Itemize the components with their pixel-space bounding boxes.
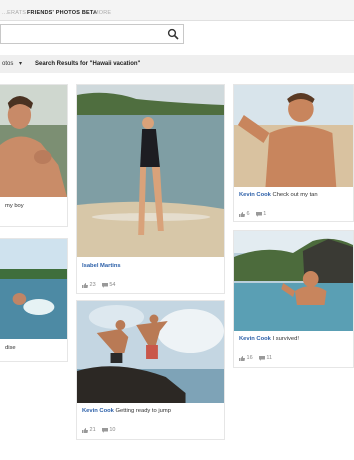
photo-caption: Kevin Cook Check out my tan	[239, 192, 318, 198]
photo-card[interactable]: Kevin Cook I survived! 16 11	[233, 230, 354, 368]
comments-count: 54	[109, 282, 116, 288]
search-results-label: Search Results for "Hawaii vacation"	[35, 61, 141, 67]
comment-icon[interactable]	[101, 427, 108, 433]
search-icon[interactable]	[167, 28, 179, 40]
photo-stats: 16 11	[239, 355, 272, 361]
photo-caption: dise	[5, 345, 16, 351]
photo-caption: Kevin Cook Getting ready to jump	[82, 408, 171, 414]
photo-stats: 21 10	[82, 427, 115, 433]
photo-card[interactable]: dise	[0, 238, 68, 362]
caption-text: Getting ready to jump	[115, 408, 171, 414]
photo-card[interactable]: Kevin Cook Check out my tan 6 1	[233, 84, 354, 222]
comment-icon[interactable]	[258, 355, 265, 361]
comments-count: 10	[109, 427, 116, 433]
likes-count: 6	[246, 211, 250, 217]
photo-thumbnail[interactable]	[234, 231, 353, 331]
caption-author[interactable]: Kevin Cook	[82, 408, 114, 414]
comments-count: 1	[263, 211, 267, 217]
comment-icon[interactable]	[101, 282, 108, 288]
caption-author[interactable]: Kevin Cook	[239, 336, 271, 342]
nav-tab-more[interactable]: MORE	[94, 10, 111, 16]
photo-caption: Kevin Cook I survived!	[239, 336, 299, 342]
comment-icon[interactable]	[255, 211, 262, 217]
photo-caption: Isabel Martins	[82, 263, 121, 269]
photo-thumbnail[interactable]	[0, 239, 67, 339]
search-input[interactable]	[0, 24, 184, 44]
filter-bar: otos ▾ Search Results for "Hawaii vacati…	[0, 55, 354, 73]
nav-tab-previous[interactable]: ...ERATS	[2, 10, 26, 16]
photos-filter-dropdown[interactable]: otos	[2, 61, 13, 67]
photo-stats: 23 54	[82, 282, 115, 288]
comments-count: 11	[266, 355, 273, 361]
caption-author[interactable]: Kevin Cook	[239, 192, 271, 198]
photo-thumbnail[interactable]	[77, 301, 224, 403]
thumbs-up-icon[interactable]	[82, 282, 88, 288]
photo-thumbnail[interactable]	[234, 85, 353, 187]
nav-tab-friends-photos[interactable]: FRIENDS' PHOTOS BETA	[27, 10, 97, 16]
likes-count: 23	[89, 282, 96, 288]
caption-text: I survived!	[272, 336, 299, 342]
thumbs-up-icon[interactable]	[239, 211, 245, 217]
caption-text: dise	[5, 345, 16, 351]
caption-author[interactable]: Isabel Martins	[82, 263, 121, 269]
likes-count: 16	[246, 355, 253, 361]
thumbs-up-icon[interactable]	[239, 355, 245, 361]
caption-text: my boy	[5, 203, 24, 209]
likes-count: 21	[89, 427, 96, 433]
photo-card[interactable]: my boy	[0, 84, 68, 227]
chevron-down-icon[interactable]: ▾	[19, 60, 22, 67]
photo-thumbnail[interactable]	[77, 85, 224, 257]
photo-card[interactable]: Kevin Cook Getting ready to jump 21 10	[76, 300, 225, 440]
top-navigation: ...ERATS FRIENDS' PHOTOS BETA MORE	[0, 0, 354, 21]
thumbs-up-icon[interactable]	[82, 427, 88, 433]
caption-text: Check out my tan	[272, 192, 318, 198]
photo-card[interactable]: Isabel Martins 23 54	[76, 84, 225, 294]
photo-thumbnail[interactable]	[0, 85, 67, 197]
photo-stats: 6 1	[239, 211, 266, 217]
photo-caption: my boy	[5, 203, 24, 209]
